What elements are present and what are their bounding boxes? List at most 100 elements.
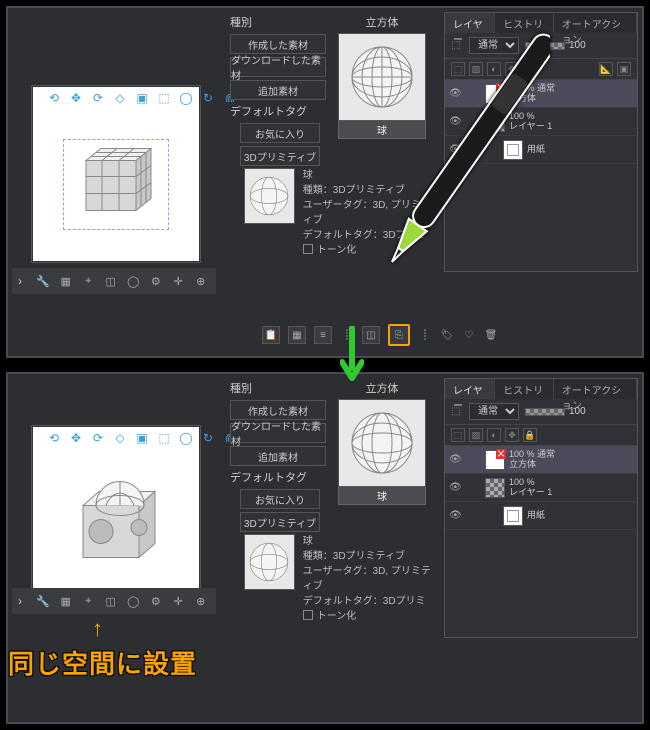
lock-all-icon[interactable]: 🔒 [523,62,537,76]
tab-history[interactable]: ヒストリー [495,13,554,33]
cube-icon[interactable]: ⬚ [157,431,171,445]
canvas-preview[interactable]: ⟲ ✥ ⟳ ◇ ▣ ⬚ ◯ ↻ ⋒ [32,86,200,262]
preview-footer[interactable]: 球 [338,121,426,139]
created-materials-button[interactable]: 作成した素材 [230,34,326,54]
tool-globe-icon[interactable]: ⊕ [194,593,209,609]
layer-row-cube[interactable]: 👁 100 % 通常立方体 [445,80,637,108]
preview-footer[interactable]: 球 [338,487,426,505]
tab-autoaction[interactable]: オートアクション [554,379,637,399]
lock-alpha-icon[interactable]: ◐ [487,428,501,442]
manipulator-icon[interactable]: ⟲ [47,431,61,445]
tool-box-icon[interactable]: ◫ [104,273,119,289]
downloaded-materials-button[interactable]: ダウンロードした素材 [230,423,326,443]
tab-layers[interactable]: レイヤー [445,379,495,399]
tab-autoaction[interactable]: オートアクション [554,13,637,33]
lock-pos-icon[interactable]: ✥ [505,62,519,76]
scale-icon[interactable]: ◇ [113,431,127,445]
tool-cross-icon[interactable]: ✛ [171,593,186,609]
tool-wrench-icon[interactable]: 🔧 [36,593,51,609]
material-thumb-sphere[interactable] [338,33,426,121]
lock-pixel-icon[interactable]: ▨ [469,428,483,442]
action-box-icon[interactable]: ◫ [362,326,380,344]
manipulator-icon[interactable]: ⟲ [47,91,61,105]
tool-focus-icon[interactable]: ⌖ [81,273,96,289]
property-thumb [244,168,295,224]
rotate-icon[interactable]: ⟳ [91,91,105,105]
tool-circle-icon[interactable]: ◯ [126,593,141,609]
lock-pos-icon[interactable]: ✥ [505,428,519,442]
expand-chevron[interactable]: › [12,588,28,614]
mask-toggle-icon[interactable]: ▣ [617,62,631,76]
action-paste-icon[interactable]: 📋 [262,326,280,344]
lock-none-icon[interactable]: ⬚ [451,428,465,442]
add-to-scene-button[interactable]: ⎘ [388,324,410,346]
scale-icon[interactable]: ◇ [113,91,127,105]
move-icon[interactable]: ✥ [69,431,83,445]
extra-materials-button[interactable]: 追加素材 [230,446,326,466]
3d-primitive-button[interactable]: 3Dプリミティブ [240,146,320,166]
expand-chevron[interactable]: › [12,268,28,294]
cube-with-sphere-object[interactable] [61,465,171,580]
visibility-icon[interactable]: 👁 [449,454,463,465]
tone-checkbox[interactable] [303,244,313,254]
tool-grid-icon[interactable]: ▦ [59,593,74,609]
blend-mode-select[interactable]: 通常 [469,37,519,54]
tool-wrench-icon[interactable]: 🔧 [36,273,51,289]
cube-icon[interactable]: ⬚ [157,91,171,105]
layer-row-cube[interactable]: 👁 100 % 通常立方体 [445,446,637,474]
layer-row-layer1[interactable]: 👁 100 %レイヤー 1 [445,108,637,136]
3d-primitive-button[interactable]: 3Dプリミティブ [240,512,320,532]
action-grid-icon[interactable]: ▦ [288,326,306,344]
refresh-icon[interactable]: ↻ [201,91,215,105]
camera-icon[interactable]: ▣ [135,91,149,105]
action-heart-icon[interactable]: ♡ [462,326,476,344]
sphere-icon[interactable]: ◯ [179,91,193,105]
downloaded-materials-button[interactable]: ダウンロードした素材 [230,57,326,77]
lock-all-icon[interactable]: 🔒 [523,428,537,442]
visibility-icon[interactable]: 👁 [449,116,463,127]
favorites-button[interactable]: お気に入り [240,123,320,143]
tone-checkbox[interactable] [303,610,313,620]
tool-gear-icon[interactable]: ⚙ [149,273,164,289]
lock-pixel-icon[interactable]: ▨ [469,62,483,76]
opacity-slider[interactable] [525,42,565,50]
extra-materials-button[interactable]: 追加素材 [230,80,326,100]
tool-grid-icon[interactable]: ▦ [59,273,74,289]
tool-box-icon[interactable]: ◫ [104,593,119,609]
disabled-icon [496,449,506,459]
created-materials-button[interactable]: 作成した素材 [230,400,326,420]
visibility-icon[interactable]: 👁 [449,482,463,493]
sphere-icon[interactable]: ◯ [179,431,193,445]
blend-mode-select[interactable]: 通常 [469,403,519,420]
materials-heading: 種別 [230,14,326,30]
tool-gear-icon[interactable]: ⚙ [149,593,164,609]
move-icon[interactable]: ✥ [69,91,83,105]
tool-globe-icon[interactable]: ⊕ [194,273,209,289]
action-tag-icon[interactable]: 🏷 [440,326,454,344]
tab-layers[interactable]: レイヤー [445,13,495,33]
tool-cross-icon[interactable]: ✛ [171,273,186,289]
ruler-toggle-icon[interactable]: 📐 [599,62,613,76]
rotate-icon[interactable]: ⟳ [91,431,105,445]
visibility-icon[interactable]: 👁 [449,144,463,155]
lock-alpha-icon[interactable]: ◐ [487,62,501,76]
layer-row-paper[interactable]: 👁 用紙 [445,136,637,164]
layer-row-layer1[interactable]: 👁 100 %レイヤー 1 [445,474,637,502]
cube-object[interactable] [66,130,166,235]
refresh-icon[interactable]: ↻ [201,431,215,445]
action-list-icon[interactable]: ≡ [314,326,332,344]
favorites-button[interactable]: お気に入り [240,489,320,509]
material-thumb-sphere[interactable] [338,399,426,487]
opacity-slider[interactable] [525,408,565,416]
tab-history[interactable]: ヒストリー [495,379,554,399]
visibility-icon[interactable]: 👁 [449,88,463,99]
layer-row-paper[interactable]: 👁 用紙 [445,502,637,530]
prop-deftag: デフォルトタグ：3Dプリミ [303,594,436,609]
visibility-icon[interactable]: 👁 [449,510,463,521]
camera-icon[interactable]: ▣ [135,431,149,445]
tool-focus-icon[interactable]: ⌖ [81,593,96,609]
tool-circle-icon[interactable]: ◯ [126,273,141,289]
action-trash-icon[interactable]: 🗑 [484,326,498,344]
lock-none-icon[interactable]: ⬚ [451,62,465,76]
canvas-preview[interactable]: ⟲ ✥ ⟳ ◇ ▣ ⬚ ◯ ↻ ⋒ [32,426,200,602]
